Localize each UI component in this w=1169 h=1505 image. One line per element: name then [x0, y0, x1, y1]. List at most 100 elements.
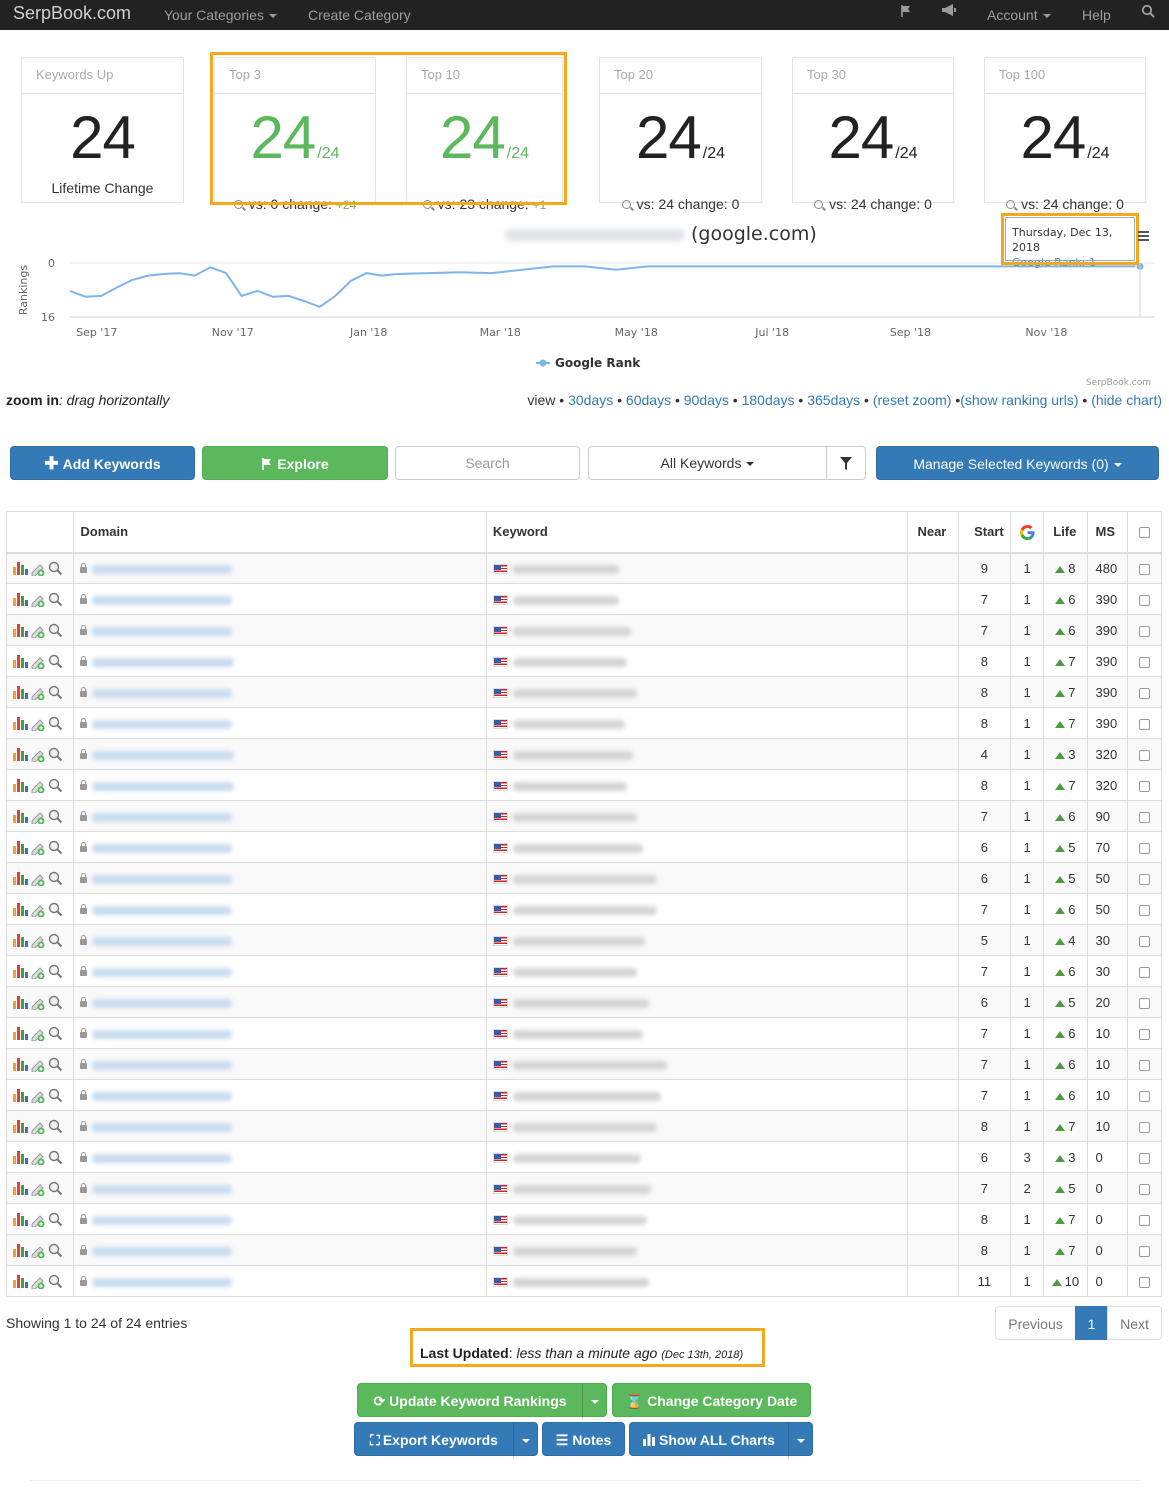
row-checkbox[interactable]: [1138, 1121, 1150, 1133]
add-note-icon[interactable]: [30, 1181, 46, 1197]
nav-your-categories[interactable]: Your Categories: [164, 7, 277, 23]
magnifier-icon[interactable]: [48, 1274, 63, 1289]
header-life[interactable]: Life: [1043, 511, 1088, 554]
select-all-checkbox[interactable]: [1138, 527, 1150, 539]
add-note-icon[interactable]: [30, 809, 46, 825]
header-domain[interactable]: Domain: [73, 511, 487, 554]
row-domain[interactable]: [73, 800, 487, 832]
row-keyword[interactable]: [485, 1203, 909, 1235]
row-domain[interactable]: [73, 707, 487, 739]
row-domain[interactable]: [73, 614, 487, 646]
add-note-icon[interactable]: [30, 592, 46, 608]
filter-button[interactable]: [826, 446, 866, 480]
bar-chart-icon[interactable]: [13, 1213, 28, 1227]
bar-chart-icon[interactable]: [13, 996, 28, 1010]
row-checkbox[interactable]: [1138, 1245, 1150, 1257]
bar-chart-icon[interactable]: [13, 1275, 28, 1289]
magnifier-icon[interactable]: [48, 623, 63, 638]
row-checkbox[interactable]: [1138, 1152, 1150, 1164]
legend-label[interactable]: Google Rank: [555, 356, 641, 370]
search-icon[interactable]: [1141, 4, 1155, 18]
row-domain[interactable]: [73, 1141, 487, 1173]
row-select[interactable]: [1126, 707, 1163, 739]
row-domain[interactable]: [73, 862, 487, 894]
view-365days-link[interactable]: 365days: [807, 392, 860, 408]
view-60days-link[interactable]: 60days: [626, 392, 671, 408]
add-note-icon[interactable]: [30, 871, 46, 887]
row-keyword[interactable]: [485, 614, 909, 646]
row-keyword[interactable]: [485, 645, 909, 677]
add-note-icon[interactable]: [30, 1088, 46, 1104]
row-select[interactable]: [1126, 1048, 1163, 1080]
row-select[interactable]: [1126, 1079, 1163, 1111]
keyword-filter-select[interactable]: All Keywords: [588, 446, 827, 480]
search-input[interactable]: Search: [395, 446, 580, 480]
header-keyword[interactable]: Keyword: [485, 511, 909, 554]
bar-chart-icon[interactable]: [13, 655, 28, 669]
row-domain[interactable]: [73, 1017, 487, 1049]
update-rankings-button[interactable]: ⟳ Update Keyword Rankings: [358, 1384, 582, 1416]
header-select-all[interactable]: [1126, 511, 1163, 554]
row-checkbox[interactable]: [1138, 811, 1150, 823]
magnifier-icon[interactable]: [48, 1150, 63, 1165]
row-keyword[interactable]: [485, 1017, 909, 1049]
header-google[interactable]: [1010, 511, 1045, 554]
bar-chart-icon[interactable]: [13, 779, 28, 793]
bar-chart-icon[interactable]: [13, 810, 28, 824]
magnifier-icon[interactable]: [48, 1119, 63, 1134]
row-checkbox[interactable]: [1138, 1214, 1150, 1226]
row-select[interactable]: [1126, 1172, 1163, 1204]
manage-selected-button[interactable]: Manage Selected Keywords (0): [876, 446, 1159, 480]
header-start[interactable]: Start: [957, 511, 1012, 554]
show-all-charts-button[interactable]: Show ALL Charts: [630, 1423, 788, 1455]
row-domain[interactable]: [73, 986, 487, 1018]
row-select[interactable]: [1126, 769, 1163, 801]
row-select[interactable]: [1126, 1265, 1163, 1297]
show-all-charts-dropdown[interactable]: [789, 1423, 813, 1455]
row-domain[interactable]: [73, 1110, 487, 1142]
row-keyword[interactable]: [485, 986, 909, 1018]
row-domain[interactable]: [73, 1079, 487, 1111]
add-note-icon[interactable]: [30, 933, 46, 949]
row-domain[interactable]: [73, 893, 487, 925]
row-checkbox[interactable]: [1138, 656, 1150, 668]
reset-zoom-link[interactable]: (reset zoom): [873, 392, 952, 408]
row-keyword[interactable]: [485, 893, 909, 925]
bar-chart-icon[interactable]: [13, 1151, 28, 1165]
add-note-icon[interactable]: [30, 778, 46, 794]
change-category-date-button[interactable]: ⌛ Change Category Date: [612, 1383, 811, 1417]
add-note-icon[interactable]: [30, 1243, 46, 1259]
row-checkbox[interactable]: [1138, 687, 1150, 699]
magnifier-icon[interactable]: [48, 840, 63, 855]
row-domain[interactable]: [73, 676, 487, 708]
export-keywords-dropdown[interactable]: [514, 1423, 538, 1455]
magnifier-icon[interactable]: [48, 871, 63, 886]
row-keyword[interactable]: [485, 955, 909, 987]
magnifier-icon[interactable]: [48, 902, 63, 917]
add-note-icon[interactable]: [30, 964, 46, 980]
explore-button[interactable]: Explore: [202, 446, 388, 480]
row-checkbox[interactable]: [1138, 594, 1150, 606]
magnifier-icon[interactable]: [48, 1088, 63, 1103]
nav-help[interactable]: Help: [1082, 7, 1111, 23]
magnifier-icon[interactable]: [48, 747, 63, 762]
row-keyword[interactable]: [485, 1172, 909, 1204]
row-keyword[interactable]: [485, 738, 909, 770]
row-select[interactable]: [1126, 893, 1163, 925]
row-select[interactable]: [1126, 831, 1163, 863]
magnifier-icon[interactable]: [48, 933, 63, 948]
chart-menu-icon[interactable]: [1138, 231, 1149, 243]
row-checkbox[interactable]: [1138, 625, 1150, 637]
magnifier-icon[interactable]: [48, 685, 63, 700]
add-note-icon[interactable]: [30, 902, 46, 918]
row-keyword[interactable]: [485, 800, 909, 832]
magnifier-icon[interactable]: [48, 1057, 63, 1072]
view-90days-link[interactable]: 90days: [684, 392, 729, 408]
add-note-icon[interactable]: [30, 1119, 46, 1135]
view-180days-link[interactable]: 180days: [742, 392, 795, 408]
bar-chart-icon[interactable]: [13, 1182, 28, 1196]
row-domain[interactable]: [73, 924, 487, 956]
magnifier-icon[interactable]: [48, 809, 63, 824]
add-note-icon[interactable]: [30, 654, 46, 670]
bar-chart-icon[interactable]: [13, 593, 28, 607]
